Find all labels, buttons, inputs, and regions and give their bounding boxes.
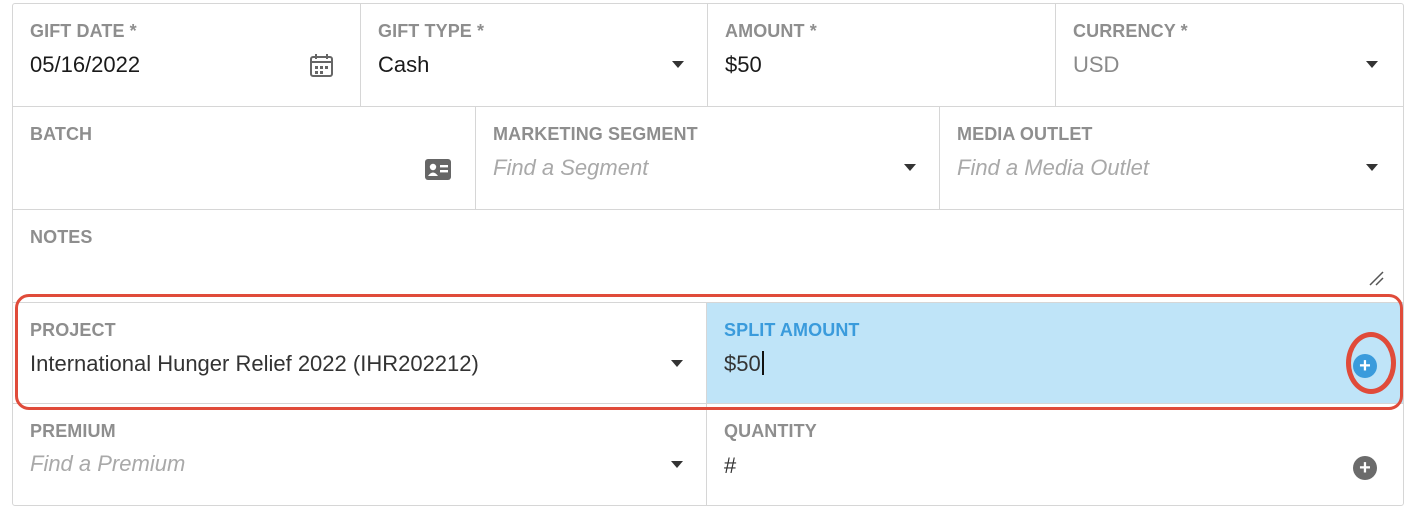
chevron-down-icon[interactable] [1366, 164, 1378, 171]
batch-field[interactable]: BATCH [13, 107, 476, 209]
premium-select[interactable]: PREMIUM Find a Premium [13, 404, 707, 506]
premium-label: PREMIUM [30, 421, 116, 441]
split-amount-field[interactable]: SPLIT AMOUNT $50 + [707, 303, 1403, 403]
split-amount-input[interactable]: $50 [724, 351, 764, 377]
project-value[interactable]: International Hunger Relief 2022 (IHR202… [30, 351, 479, 377]
chevron-down-icon[interactable] [671, 360, 683, 367]
amount-field[interactable]: AMOUNT * $50 [708, 4, 1056, 106]
gift-type-value[interactable]: Cash [378, 52, 429, 78]
currency-select[interactable]: CURRENCY * USD [1056, 4, 1403, 106]
amount-value[interactable]: $50 [725, 52, 762, 78]
form-row-gift: GIFT DATE * 05/16/2022 GIFT TYPE * Cash … [13, 4, 1403, 107]
currency-value[interactable]: USD [1073, 52, 1119, 78]
premium-placeholder[interactable]: Find a Premium [30, 451, 185, 477]
media-outlet-label: MEDIA OUTLET [957, 124, 1093, 144]
gift-date-field[interactable]: GIFT DATE * 05/16/2022 [13, 4, 361, 106]
marketing-segment-label: MARKETING SEGMENT [493, 124, 698, 144]
gift-date-value[interactable]: 05/16/2022 [30, 52, 140, 78]
chevron-down-icon[interactable] [671, 461, 683, 468]
form-row-premium: PREMIUM Find a Premium QUANTITY # + [13, 404, 1403, 506]
batch-label: BATCH [30, 124, 93, 144]
add-quantity-icon[interactable]: + [1353, 456, 1377, 480]
split-amount-value: $50 [724, 351, 761, 376]
chevron-down-icon[interactable] [672, 61, 684, 68]
form-row-split: PROJECT International Hunger Relief 2022… [13, 303, 1403, 404]
quantity-value[interactable]: # [724, 453, 736, 479]
gift-form: GIFT DATE * 05/16/2022 GIFT TYPE * Cash … [12, 3, 1404, 506]
add-split-icon[interactable]: + [1353, 354, 1377, 378]
chevron-down-icon[interactable] [1366, 61, 1378, 68]
chevron-down-icon[interactable] [904, 164, 916, 171]
id-card-icon[interactable] [425, 159, 451, 180]
media-outlet-select[interactable]: MEDIA OUTLET Find a Media Outlet [940, 107, 1403, 209]
quantity-field[interactable]: QUANTITY # + [707, 404, 1403, 506]
marketing-segment-placeholder[interactable]: Find a Segment [493, 155, 648, 181]
gift-type-select[interactable]: GIFT TYPE * Cash [361, 4, 708, 106]
resize-handle-icon[interactable] [1367, 269, 1385, 287]
form-row-segments: BATCH MARKETING SEGMENT Find a Segment M… [13, 107, 1403, 210]
project-label: PROJECT [30, 320, 116, 340]
gift-type-label: GIFT TYPE * [378, 21, 485, 41]
media-outlet-placeholder[interactable]: Find a Media Outlet [957, 155, 1149, 181]
notes-textarea[interactable]: NOTES [13, 210, 1403, 302]
form-row-notes: NOTES [13, 210, 1403, 303]
project-select[interactable]: PROJECT International Hunger Relief 2022… [13, 303, 707, 403]
marketing-segment-select[interactable]: MARKETING SEGMENT Find a Segment [476, 107, 940, 209]
calendar-icon[interactable] [309, 53, 334, 78]
currency-label: CURRENCY * [1073, 21, 1188, 41]
text-cursor [761, 351, 764, 375]
amount-label: AMOUNT * [725, 21, 817, 41]
notes-label: NOTES [30, 227, 93, 247]
quantity-label: QUANTITY [724, 421, 817, 441]
gift-date-label: GIFT DATE * [30, 21, 137, 41]
split-amount-label: SPLIT AMOUNT [724, 320, 860, 340]
